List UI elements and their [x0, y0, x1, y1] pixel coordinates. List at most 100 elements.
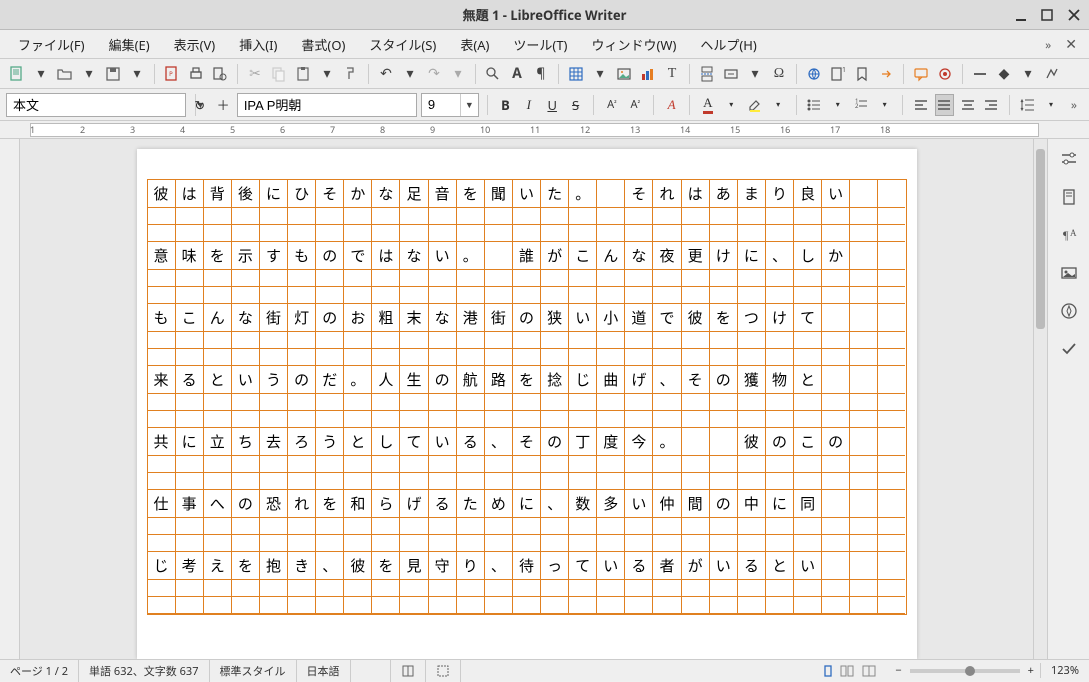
- status-language[interactable]: 日本語: [297, 660, 351, 682]
- line-spacing-drop[interactable]: ▾: [1041, 94, 1060, 116]
- insert-footnote-button[interactable]: 1: [827, 63, 849, 85]
- update-style-button[interactable]: ↻: [190, 94, 209, 116]
- insert-special-char-button[interactable]: Ω: [768, 63, 790, 85]
- status-insert-mode[interactable]: [351, 660, 391, 682]
- status-selection-mode[interactable]: [391, 660, 426, 682]
- clear-format-button[interactable]: A: [662, 94, 681, 116]
- menu-edit[interactable]: 編集(E): [99, 31, 160, 58]
- book-view-icon[interactable]: [861, 664, 879, 678]
- undo-drop[interactable]: ▾: [399, 63, 421, 85]
- menubar-overflow-icon[interactable]: »: [1039, 36, 1057, 53]
- insert-hyperlink-button[interactable]: [803, 63, 825, 85]
- strikethrough-button[interactable]: S: [566, 94, 585, 116]
- insert-chart-button[interactable]: [637, 63, 659, 85]
- new-style-button[interactable]: ＋: [213, 94, 232, 116]
- number-drop[interactable]: ▾: [875, 94, 894, 116]
- insert-pagebreak-button[interactable]: [696, 63, 718, 85]
- track-changes-button[interactable]: [934, 63, 956, 85]
- insert-line-button[interactable]: [969, 63, 991, 85]
- align-center-button[interactable]: [958, 94, 977, 116]
- font-name-input[interactable]: [238, 94, 426, 116]
- cut-button[interactable]: ✂: [244, 63, 266, 85]
- bullet-drop[interactable]: ▾: [828, 94, 847, 116]
- shapes-drop[interactable]: ▾: [1017, 63, 1039, 85]
- highlight-drop[interactable]: ▾: [768, 94, 787, 116]
- sidebar-navigator-icon[interactable]: [1057, 299, 1081, 323]
- minimize-button[interactable]: [1015, 8, 1029, 22]
- close-button[interactable]: [1067, 8, 1081, 22]
- insert-bookmark-button[interactable]: [851, 63, 873, 85]
- find-button[interactable]: [482, 63, 504, 85]
- bullet-list-button[interactable]: [805, 94, 824, 116]
- align-right-button[interactable]: [982, 94, 1001, 116]
- formatting-marks-button[interactable]: ¶: [530, 63, 552, 85]
- print-preview-button[interactable]: [209, 63, 231, 85]
- basic-shapes-button[interactable]: ◆: [993, 63, 1015, 85]
- font-size-combo[interactable]: ▼: [421, 93, 479, 117]
- status-words[interactable]: 単語 632、文字数 637: [79, 660, 209, 682]
- insert-image-button[interactable]: [613, 63, 635, 85]
- new-button[interactable]: [6, 63, 28, 85]
- open-drop[interactable]: ▾: [78, 63, 100, 85]
- superscript-button[interactable]: A²: [602, 94, 621, 116]
- italic-button[interactable]: I: [519, 94, 538, 116]
- zoom-slider[interactable]: [910, 669, 1020, 673]
- subscript-button[interactable]: A²: [626, 94, 645, 116]
- align-justify-button[interactable]: [935, 94, 955, 116]
- save-drop[interactable]: ▾: [126, 63, 148, 85]
- zoom-in-button[interactable]: +: [1028, 663, 1034, 678]
- print-button[interactable]: [185, 63, 207, 85]
- undo-button[interactable]: ↶: [375, 63, 397, 85]
- sidebar-check-icon[interactable]: [1057, 337, 1081, 361]
- paste-button[interactable]: [292, 63, 314, 85]
- clone-format-button[interactable]: [340, 63, 362, 85]
- window-close-doc-icon[interactable]: ✕: [1061, 35, 1081, 54]
- paste-drop[interactable]: ▾: [316, 63, 338, 85]
- insert-textbox-button[interactable]: T: [661, 63, 683, 85]
- field-drop[interactable]: ▾: [744, 63, 766, 85]
- font-color-button[interactable]: A: [698, 94, 717, 116]
- font-color-drop[interactable]: ▾: [722, 94, 741, 116]
- status-signature[interactable]: [426, 660, 461, 682]
- number-list-button[interactable]: 12: [851, 94, 870, 116]
- fmtbar-overflow-icon[interactable]: »: [1065, 96, 1083, 113]
- insert-field-button[interactable]: [720, 63, 742, 85]
- font-size-drop-icon[interactable]: ▼: [460, 94, 478, 116]
- line-spacing-button[interactable]: [1018, 94, 1037, 116]
- align-left-button[interactable]: [911, 94, 930, 116]
- export-pdf-button[interactable]: P: [161, 63, 183, 85]
- horizontal-ruler[interactable]: 123456789101112131415161718: [0, 121, 1089, 139]
- menu-format[interactable]: 書式(O): [291, 31, 355, 58]
- maximize-button[interactable]: [1041, 8, 1055, 22]
- new-template-button[interactable]: ▾: [30, 63, 52, 85]
- sidebar-properties-icon[interactable]: [1057, 147, 1081, 171]
- menu-insert[interactable]: 挿入(I): [229, 31, 287, 58]
- menu-view[interactable]: 表示(V): [164, 31, 226, 58]
- save-button[interactable]: [102, 63, 124, 85]
- table-drop[interactable]: ▾: [589, 63, 611, 85]
- zoom-out-button[interactable]: −: [895, 663, 901, 678]
- highlight-button[interactable]: [745, 94, 764, 116]
- paragraph-style-input[interactable]: [7, 94, 195, 116]
- underline-button[interactable]: U: [543, 94, 562, 116]
- open-button[interactable]: [54, 63, 76, 85]
- insert-comment-button[interactable]: [910, 63, 932, 85]
- multi-page-view-icon[interactable]: [839, 664, 857, 678]
- menu-styles[interactable]: スタイル(S): [359, 31, 446, 58]
- single-page-view-icon[interactable]: [821, 664, 835, 678]
- spellcheck-button[interactable]: A: [506, 63, 528, 85]
- show-draw-functions-button[interactable]: [1041, 63, 1063, 85]
- font-name-combo[interactable]: ▼: [237, 93, 417, 117]
- menu-help[interactable]: ヘルプ(H): [690, 31, 766, 58]
- font-size-input[interactable]: [422, 94, 460, 116]
- copy-button[interactable]: [268, 63, 290, 85]
- document-view[interactable]: 彼は背後にひそかな足音を聞いた。それはあまり良い意味を示すものではない。誰がこん…: [20, 139, 1033, 659]
- insert-cross-ref-button[interactable]: [875, 63, 897, 85]
- redo-button[interactable]: ↷: [423, 63, 445, 85]
- vertical-ruler[interactable]: [0, 139, 20, 659]
- sidebar-styles-icon[interactable]: ¶A: [1057, 223, 1081, 247]
- sidebar-gallery-icon[interactable]: [1057, 261, 1081, 285]
- menu-table[interactable]: 表(A): [450, 31, 499, 58]
- status-page[interactable]: ページ 1 / 2: [0, 660, 79, 682]
- sidebar-page-icon[interactable]: [1057, 185, 1081, 209]
